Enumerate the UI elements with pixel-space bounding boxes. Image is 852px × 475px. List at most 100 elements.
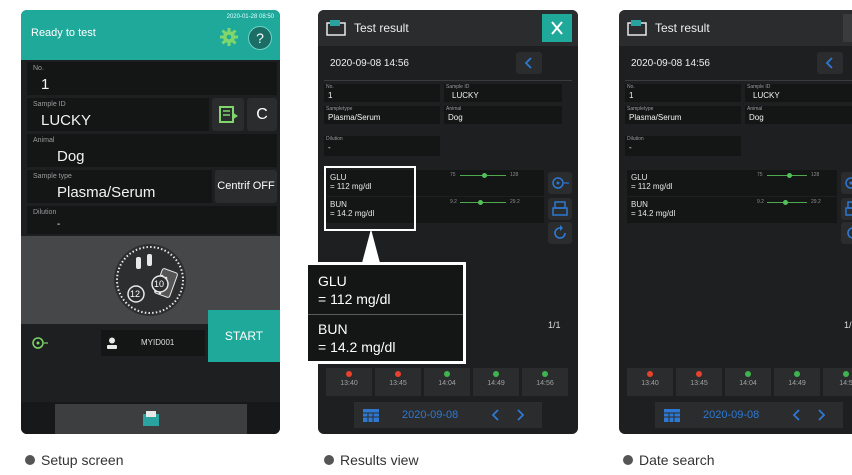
results-tab-button[interactable] bbox=[55, 404, 247, 434]
sampletype-label: Sampletype bbox=[627, 106, 654, 112]
status-dot-icon bbox=[794, 371, 800, 377]
time-tab[interactable]: 14:49 bbox=[473, 368, 519, 396]
zoom-divider bbox=[308, 314, 463, 315]
result-row-glu[interactable]: GLU = 112 mg/dl 75 128 bbox=[627, 170, 837, 196]
divider bbox=[324, 80, 572, 81]
status-dot-icon bbox=[745, 371, 751, 377]
sample-type-label: Sample type bbox=[33, 173, 72, 180]
result-folder-icon bbox=[627, 18, 647, 41]
dilution-value: - bbox=[629, 143, 632, 152]
bullet-icon bbox=[324, 455, 334, 465]
refresh-icon bbox=[847, 227, 852, 239]
dilution-field: Dilution - bbox=[324, 136, 440, 156]
refresh-icon bbox=[554, 225, 566, 239]
refresh-button[interactable] bbox=[841, 222, 852, 244]
result-folder-icon bbox=[326, 18, 346, 41]
next-date-icon[interactable] bbox=[813, 407, 829, 428]
sampletype-value: Plasma/Serum bbox=[328, 113, 381, 122]
calendar-icon[interactable] bbox=[663, 407, 681, 428]
time-tab[interactable]: 14:56 bbox=[522, 368, 568, 396]
date-filter[interactable]: 2020-09-08 bbox=[703, 409, 759, 421]
glu-max: 128 bbox=[811, 172, 820, 178]
zoom-bun-value: = 14.2 mg/dl bbox=[318, 339, 396, 355]
time-label: 14:5 bbox=[839, 380, 852, 387]
refresh-button[interactable] bbox=[548, 222, 572, 244]
zoom-highlight-box bbox=[324, 166, 416, 231]
start-button[interactable]: START bbox=[208, 310, 280, 362]
calendar-icon[interactable] bbox=[362, 407, 380, 428]
title-bar: Test result bbox=[318, 10, 578, 46]
time-tab[interactable]: 13:40 bbox=[326, 368, 372, 396]
time-tab[interactable]: 13:40 bbox=[627, 368, 673, 396]
prev-result-button[interactable] bbox=[817, 52, 843, 74]
time-tab[interactable]: 14:5 bbox=[823, 368, 852, 396]
date-filter[interactable]: 2020-09-08 bbox=[402, 409, 458, 421]
datetime: 2020-01-28 08:50 bbox=[226, 14, 274, 20]
close-button[interactable] bbox=[843, 14, 852, 42]
status-dot-icon bbox=[444, 371, 450, 377]
page-indicator: 1/ bbox=[844, 320, 852, 330]
rotor-icon bbox=[552, 177, 569, 189]
rotor-number-12: 12 bbox=[130, 289, 141, 299]
chevron-left-icon bbox=[524, 57, 532, 69]
caption-setup-text: Setup screen bbox=[41, 452, 124, 468]
date-bar: 2020-09-08 bbox=[655, 402, 843, 428]
result-row-bun[interactable]: BUN = 14.2 mg/dl 9.2 29.2 bbox=[627, 197, 837, 223]
sample-id-value: LUCKY bbox=[41, 112, 92, 129]
prev-date-icon[interactable] bbox=[789, 407, 805, 428]
result-datetime: 2020-09-08 14:56 bbox=[631, 58, 710, 69]
rotor-eject-icon[interactable] bbox=[31, 336, 49, 350]
time-label: 14:56 bbox=[536, 380, 554, 387]
bun-range-bar bbox=[460, 202, 506, 203]
next-date-icon[interactable] bbox=[512, 407, 528, 428]
rotor-icon-button[interactable] bbox=[548, 172, 572, 194]
status-bar: Ready to test 2020-01-28 08:50 ? bbox=[21, 10, 280, 60]
prev-date-icon[interactable] bbox=[488, 407, 504, 428]
no-value: 1 bbox=[629, 91, 634, 100]
rotor-icon-button[interactable] bbox=[841, 172, 852, 194]
settings-gear-icon[interactable] bbox=[219, 27, 239, 47]
rotor-disc-icon: 12 10 bbox=[114, 244, 186, 316]
print-button[interactable] bbox=[548, 198, 572, 220]
no-field: No. 1 bbox=[625, 84, 741, 102]
status-dot-icon bbox=[696, 371, 702, 377]
centrif-button[interactable]: Centrif OFF bbox=[215, 170, 277, 203]
time-tab[interactable]: 13:45 bbox=[375, 368, 421, 396]
time-label: 14:49 bbox=[788, 380, 806, 387]
time-label: 13:45 bbox=[690, 380, 708, 387]
close-button[interactable] bbox=[542, 14, 572, 42]
status-dot-icon bbox=[395, 371, 401, 377]
rotor-icon bbox=[845, 177, 852, 189]
barcode-scan-button[interactable] bbox=[212, 98, 244, 131]
operator-field[interactable]: MYID001 bbox=[101, 330, 205, 356]
title: Test result bbox=[655, 21, 710, 35]
prev-result-button[interactable] bbox=[516, 52, 542, 74]
time-tab[interactable]: 14:04 bbox=[725, 368, 771, 396]
sample-type-value: Plasma/Serum bbox=[57, 184, 156, 201]
sampletype-value: Plasma/Serum bbox=[629, 113, 682, 122]
time-tab[interactable]: 13:45 bbox=[676, 368, 722, 396]
zoom-glu-value: = 112 mg/dl bbox=[318, 291, 391, 307]
sample-id-field[interactable]: Sample ID LUCKY bbox=[27, 98, 209, 131]
dilution-field[interactable]: Dilution - bbox=[27, 206, 277, 234]
status-dot-icon bbox=[542, 371, 548, 377]
dilution-value: - bbox=[57, 219, 61, 230]
zoom-callout: GLU = 112 mg/dl BUN = 14.2 mg/dl bbox=[305, 262, 466, 364]
animal-label: Animal bbox=[747, 106, 763, 112]
animal-field[interactable]: Animal Dog bbox=[27, 134, 277, 167]
time-tab[interactable]: 14:04 bbox=[424, 368, 470, 396]
time-tab[interactable]: 14:49 bbox=[774, 368, 820, 396]
sample-id-label: Sample ID bbox=[747, 84, 771, 90]
sample-id-label: Sample ID bbox=[446, 84, 470, 90]
sample-type-field[interactable]: Sample type Plasma/Serum bbox=[27, 170, 212, 203]
no-label: No. bbox=[33, 65, 44, 72]
no-value: 1 bbox=[41, 76, 50, 93]
bun-marker bbox=[783, 200, 788, 205]
help-button[interactable]: ? bbox=[248, 26, 272, 50]
animal-value: Dog bbox=[448, 113, 463, 122]
print-button[interactable] bbox=[841, 198, 852, 220]
time-label: 14:04 bbox=[438, 380, 456, 387]
sample-id-label: Sample ID bbox=[33, 101, 66, 108]
clear-button[interactable]: C bbox=[247, 98, 277, 131]
animal-label: Animal bbox=[446, 106, 462, 112]
